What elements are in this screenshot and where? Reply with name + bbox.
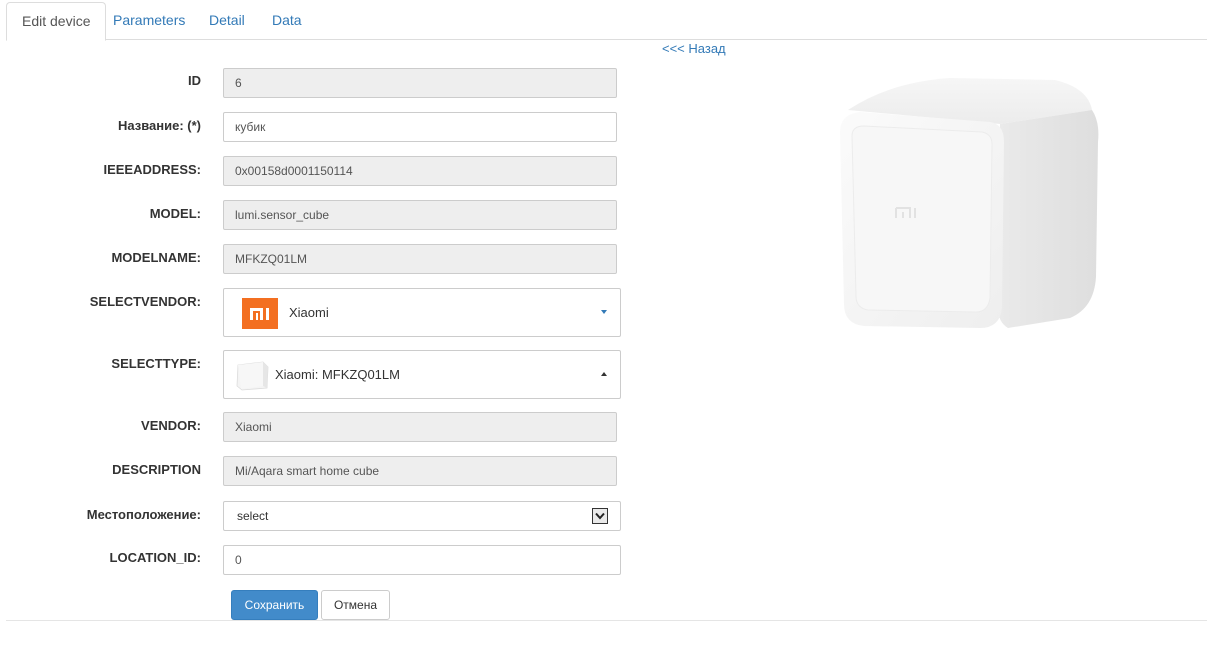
selecttype-label: SELECTTYPE: bbox=[111, 356, 201, 371]
name-input[interactable]: кубик bbox=[223, 112, 617, 142]
dropdown-button[interactable] bbox=[592, 508, 608, 524]
mi-logo-icon bbox=[242, 298, 278, 329]
model-label: MODEL: bbox=[149, 206, 201, 221]
tab-detail[interactable]: Detail bbox=[194, 2, 260, 40]
selectvendor-label: SELECTVENDOR: bbox=[89, 294, 201, 309]
modelname-label: MODELNAME: bbox=[111, 250, 201, 265]
vendor-label: VENDOR: bbox=[141, 418, 201, 433]
type-select-value: Xiaomi: MFKZQ01LM bbox=[275, 367, 400, 382]
vendor-select[interactable]: Xiaomi bbox=[223, 288, 621, 337]
chevron-down-icon bbox=[601, 310, 607, 314]
cancel-button[interactable]: Отмена bbox=[321, 590, 390, 620]
back-link[interactable]: <<< Назад bbox=[662, 41, 726, 56]
id-field: 6 bbox=[223, 68, 617, 98]
tab-parameters[interactable]: Parameters bbox=[98, 2, 200, 40]
location-id-label: LOCATION_ID: bbox=[109, 550, 201, 565]
location-id-input[interactable]: 0 bbox=[223, 545, 621, 575]
type-select[interactable]: Xiaomi: MFKZQ01LM bbox=[223, 350, 621, 399]
id-label: ID bbox=[188, 73, 201, 88]
ieeeaddress-field: 0x00158d0001150114 bbox=[223, 156, 617, 186]
location-label: Местоположение: bbox=[86, 507, 201, 522]
device-image bbox=[840, 78, 1099, 328]
model-field: lumi.sensor_cube bbox=[223, 200, 617, 230]
description-field: Mi/Aqara smart home cube bbox=[223, 456, 617, 486]
description-label: DESCRIPTION bbox=[112, 462, 201, 477]
tab-bar: Edit device Parameters Detail Data bbox=[6, 2, 1207, 41]
location-select[interactable]: select bbox=[223, 501, 621, 531]
tab-data[interactable]: Data bbox=[257, 2, 317, 40]
modelname-field: MFKZQ01LM bbox=[223, 244, 617, 274]
location-select-value: select bbox=[237, 509, 269, 523]
chevron-down-icon bbox=[595, 512, 605, 520]
vendor-select-value: Xiaomi bbox=[289, 305, 329, 320]
save-button[interactable]: Сохранить bbox=[231, 590, 318, 620]
vendor-field: Xiaomi bbox=[223, 412, 617, 442]
tab-edit-device[interactable]: Edit device bbox=[6, 2, 107, 41]
chevron-up-icon bbox=[601, 372, 607, 376]
name-label: Название: (*) bbox=[117, 118, 201, 133]
cube-thumbnail-icon bbox=[236, 361, 269, 391]
divider bbox=[6, 620, 1207, 621]
ieeeaddress-label: IEEEADDRESS: bbox=[103, 162, 201, 177]
